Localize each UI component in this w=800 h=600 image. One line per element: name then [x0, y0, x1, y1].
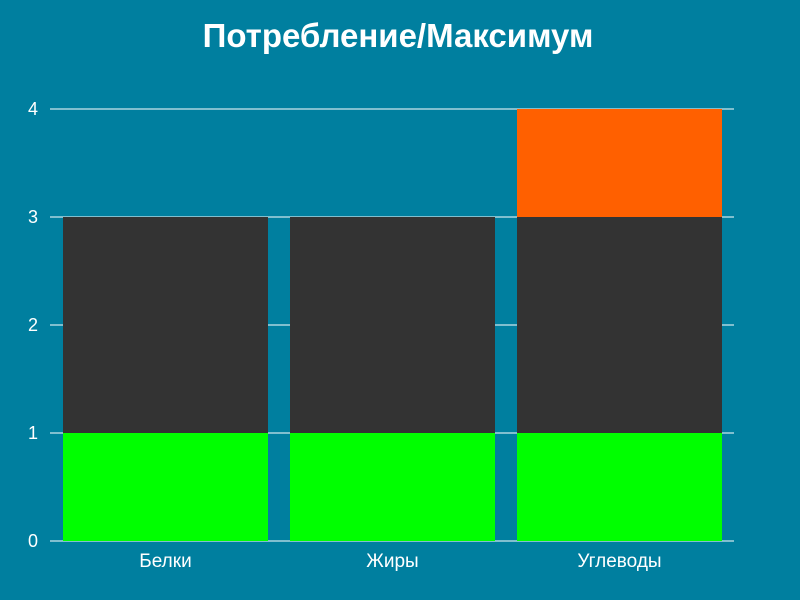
y-tick-label: 0: [28, 531, 38, 551]
bar-segment: [517, 433, 722, 541]
x-category-label: Углеводы: [577, 551, 661, 572]
x-category-label: Жиры: [366, 551, 418, 572]
y-tick-label: 1: [28, 423, 38, 443]
bar-segment: [63, 433, 268, 541]
bars: [63, 109, 722, 541]
x-axis-category-labels: Белки Жиры Углеводы: [139, 551, 661, 572]
y-tick-label: 3: [28, 207, 38, 227]
y-tick-label: 2: [28, 315, 38, 335]
x-category-label: Белки: [139, 551, 191, 572]
bar-segment: [517, 109, 722, 217]
stacked-bar-chart: Потребление/Максимум 0 1 2 3 4 Белки Жиры Угле…: [28, 17, 734, 572]
bar-segment: [290, 433, 495, 541]
chart-title: Потребление/Максимум: [203, 17, 594, 54]
bar-segment: [290, 217, 495, 433]
y-axis-tick-labels: 0 1 2 3 4: [28, 99, 38, 551]
y-tick-label: 4: [28, 99, 38, 119]
bar-segment: [63, 217, 268, 433]
bar-segment: [517, 217, 722, 433]
